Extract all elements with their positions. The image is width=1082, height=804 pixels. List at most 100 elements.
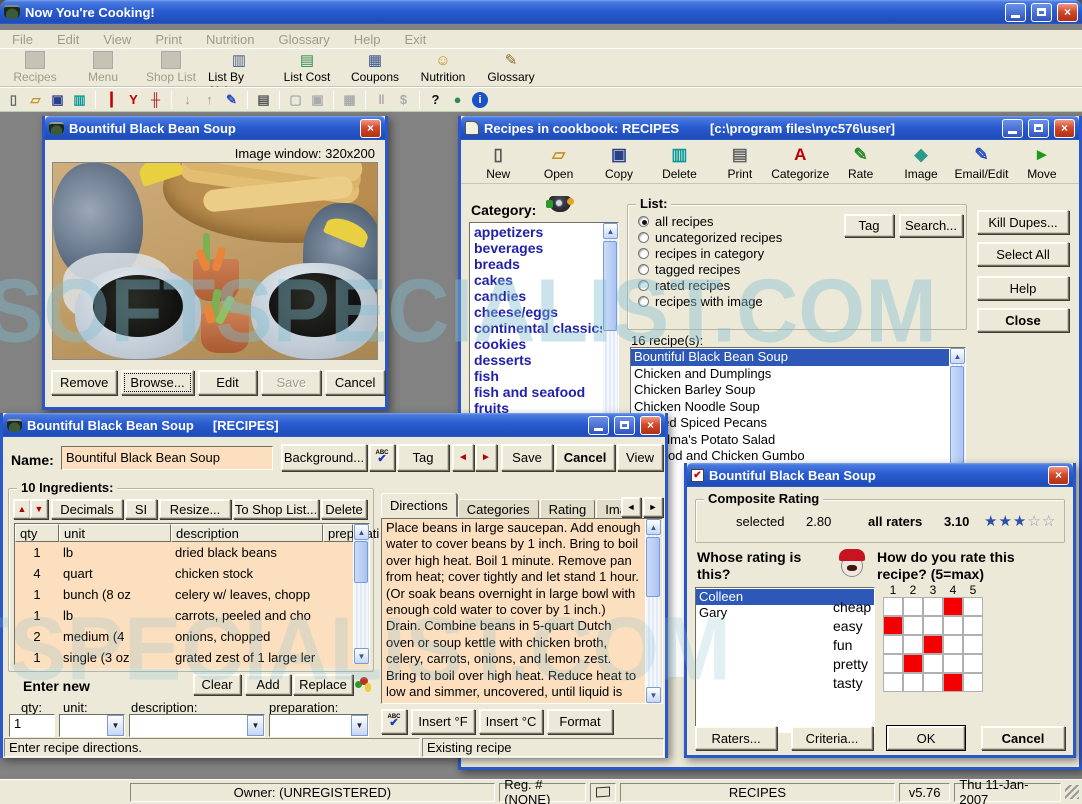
recipes-toolbar-copy[interactable]: ▣Copy <box>590 144 648 181</box>
toolbar-nutrition[interactable]: ☺Nutrition <box>412 51 474 84</box>
tabs-scroll-left-button[interactable]: ◄ <box>621 497 641 517</box>
column-icon[interactable]: ╫ <box>146 90 165 109</box>
editor-minimize-button[interactable] <box>588 416 609 435</box>
toolbar-menu[interactable]: Menu <box>72 51 134 84</box>
recipes-toolbar-rate[interactable]: ✎Rate <box>831 144 889 181</box>
category-item[interactable]: fish and seafood <box>471 384 618 400</box>
unit-select[interactable]: ▼ <box>59 714 125 737</box>
scroll-up-icon[interactable]: ▲ <box>603 223 618 239</box>
rating-cell[interactable] <box>943 597 963 616</box>
category-item[interactable]: cookies <box>471 336 618 352</box>
rating-cell[interactable] <box>903 654 923 673</box>
category-item[interactable]: cheese/eggs <box>471 304 618 320</box>
rating-cell[interactable] <box>903 597 923 616</box>
info-icon[interactable]: i <box>472 92 488 108</box>
ingredient-row[interactable]: 1lbdried black beans <box>15 542 369 563</box>
category-item[interactable]: appetizers <box>471 224 618 240</box>
format-button[interactable]: Format <box>547 709 613 734</box>
toolbar-shop-list[interactable]: Shop List <box>140 51 202 84</box>
recipe-item[interactable]: Bountiful Black Bean Soup <box>631 349 965 366</box>
ingredients-table[interactable]: qtyunitdescriptionpreparati 1lbdried bla… <box>14 523 370 665</box>
radio-tagged-recipes[interactable]: tagged recipes <box>638 261 782 277</box>
rating-cell[interactable] <box>923 673 943 692</box>
radio-all-recipes[interactable]: all recipes <box>638 213 782 229</box>
rating-cell[interactable] <box>883 616 903 635</box>
category-item[interactable]: breads <box>471 256 618 272</box>
close-button[interactable]: × <box>1057 3 1078 22</box>
replace-button[interactable]: Replace <box>293 674 353 695</box>
tag-button[interactable]: Tag <box>844 214 894 237</box>
editor-maximize-button[interactable] <box>614 416 635 435</box>
decimals-button[interactable]: Decimals <box>51 499 123 519</box>
split-icon[interactable]: Y <box>124 90 143 109</box>
column-header-unit[interactable]: unit <box>59 524 171 542</box>
cancel-button[interactable]: Cancel <box>981 726 1065 750</box>
select-all-button[interactable]: Select All <box>977 242 1069 266</box>
category-item[interactable]: cakes <box>471 272 618 288</box>
rating-cell[interactable] <box>883 597 903 616</box>
directions-spellcheck-button[interactable]: ABC✔ <box>381 709 407 734</box>
rating-cell[interactable] <box>903 673 923 692</box>
recipes-minimize-button[interactable] <box>1002 119 1023 138</box>
radio-recipes-in-category[interactable]: recipes in category <box>638 245 782 261</box>
column-header-description[interactable]: description <box>171 524 323 542</box>
si-button[interactable]: SI <box>125 499 157 519</box>
rating-cell[interactable] <box>903 635 923 654</box>
ingredients-scrollbar[interactable]: ▲ ▼ <box>353 524 369 664</box>
add-button[interactable]: Add <box>245 674 291 695</box>
ingredient-row[interactable]: 1lbcarrots, peeled and cho <box>15 605 369 626</box>
rating-cell[interactable] <box>963 673 983 692</box>
ingredient-row[interactable]: 1single (3 ozgrated zest of 1 large ler <box>15 647 369 668</box>
toolbar-coupons[interactable]: ▦Coupons <box>344 51 406 84</box>
recipe-item[interactable]: Grandma's Potato Salad <box>631 432 965 449</box>
save-icon[interactable]: ▣ <box>48 90 67 109</box>
recipes-maximize-button[interactable] <box>1028 119 1049 138</box>
menu-help[interactable]: Help <box>354 32 381 46</box>
recipe-item[interactable]: Chicken Barley Soup <box>631 382 965 399</box>
recipes-toolbar-open[interactable]: ▱Open <box>529 144 587 181</box>
close-button[interactable]: Close <box>977 308 1069 332</box>
cancel-button[interactable]: Cancel <box>555 444 615 471</box>
rating-cell[interactable] <box>943 616 963 635</box>
ingredient-row[interactable]: 2medium (4 onions, chopped <box>15 626 369 647</box>
import-icon[interactable]: ↓ <box>178 90 197 109</box>
scroll-down-icon[interactable]: ▼ <box>354 648 369 664</box>
resize-grip[interactable] <box>1065 785 1079 799</box>
rating-cell[interactable] <box>943 635 963 654</box>
new-doc-icon[interactable]: ▯ <box>4 90 23 109</box>
rating-cell[interactable] <box>883 635 903 654</box>
column-header-qty[interactable]: qty <box>15 524 59 542</box>
minimize-button[interactable] <box>1005 3 1026 22</box>
category-item[interactable]: desserts <box>471 352 618 368</box>
recipe-item[interactable]: Chicken Noodle Soup <box>631 399 965 416</box>
editor-tag-button[interactable]: Tag <box>397 444 449 471</box>
help-icon[interactable]: ? <box>426 90 445 109</box>
preparation-select[interactable]: ▼ <box>269 714 369 737</box>
insert-f-button[interactable]: Insert °F <box>411 709 475 734</box>
categorize-icon[interactable]: ▣ <box>308 90 327 109</box>
search-button[interactable]: Search... <box>899 214 963 237</box>
remove-button[interactable]: Remove <box>51 370 117 395</box>
pause-icon[interactable]: ‖ <box>372 90 391 109</box>
tab-rating[interactable]: Rating <box>540 499 596 520</box>
to-shop-list-button[interactable]: To Shop List... <box>233 499 319 519</box>
cost-icon[interactable]: $ <box>394 90 413 109</box>
spellcheck-button[interactable]: ABC✔ <box>369 444 395 471</box>
recipe-item[interactable]: Curried Spiced Pecans <box>631 415 965 432</box>
recipes-close-button[interactable]: × <box>1054 119 1075 138</box>
open-folder-icon[interactable]: ▱ <box>26 90 45 109</box>
save-button[interactable]: Save <box>261 370 321 395</box>
category-item[interactable]: candies <box>471 288 618 304</box>
rating-close-button[interactable]: × <box>1048 466 1069 485</box>
insert-c-button[interactable]: Insert °C <box>479 709 543 734</box>
chevron-down-icon[interactable]: ▼ <box>351 715 368 736</box>
print-icon[interactable]: ▤ <box>254 90 273 109</box>
recipes-toolbar-new[interactable]: ▯New <box>469 144 527 181</box>
edit-button[interactable]: Edit <box>198 370 258 395</box>
directions-textarea[interactable]: Place beans in large saucepan. Add enoug… <box>381 518 663 704</box>
bar-icon[interactable]: ┃ <box>102 90 121 109</box>
maximize-button[interactable] <box>1031 3 1052 22</box>
trash-icon[interactable]: ▥ <box>70 90 89 109</box>
background-button[interactable]: Background... <box>281 444 367 471</box>
rating-cell[interactable] <box>883 673 903 692</box>
